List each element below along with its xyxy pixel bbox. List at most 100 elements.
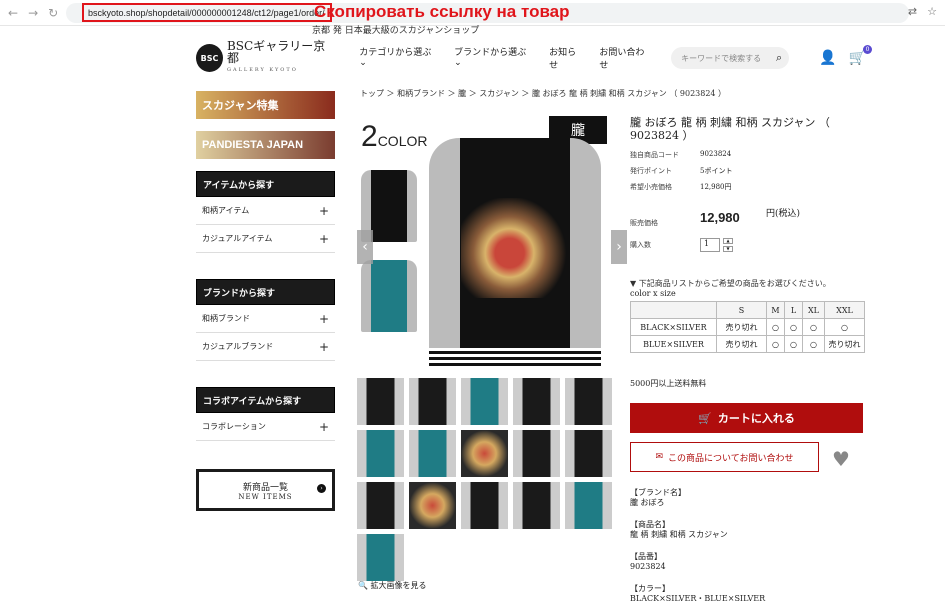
- arrow-right-icon: ›: [317, 484, 326, 493]
- stock-cell: 売り切れ: [716, 335, 767, 353]
- stock-cell[interactable]: ○: [766, 335, 785, 353]
- thumbnail[interactable]: [565, 378, 612, 425]
- stock-cell[interactable]: ○: [766, 318, 785, 336]
- quantity-stepper[interactable]: ▲ ▼: [723, 238, 733, 252]
- sidebar-item-wagara-brand[interactable]: 和柄ブランド +: [196, 305, 335, 333]
- retail-row: 希望小売価格 12,980円: [630, 183, 732, 191]
- stock-cell[interactable]: ○: [784, 318, 803, 336]
- menu-news[interactable]: お知らせ: [549, 45, 583, 71]
- prev-image-button[interactable]: ‹: [357, 230, 373, 264]
- product-info: 朧 おぼろ 龍 柄 刺繍 和柄 スカジャン （ 9023824 ） 独自商品コー…: [630, 116, 864, 252]
- thumbnail[interactable]: [513, 430, 560, 477]
- thumbnail[interactable]: [357, 378, 404, 425]
- blue-jacket-thumb: [361, 260, 417, 332]
- add-to-cart-button[interactable]: 🛒 カートに入れる: [630, 403, 863, 433]
- two-color-label: 2COLOR: [361, 120, 428, 153]
- breadcrumb[interactable]: トップ ＞ 和柄ブランド ＞ 朧 ＞ スカジャン ＞ 朧 おぼろ 龍 柄 刺繍 …: [360, 88, 726, 99]
- user-icon[interactable]: 👤: [819, 50, 836, 66]
- thumbnail[interactable]: [461, 430, 508, 477]
- stepper-up-icon[interactable]: ▲: [723, 238, 733, 244]
- thumbnail[interactable]: [461, 482, 508, 529]
- annotation-label: Скопировать ссылку на товар: [314, 2, 570, 21]
- points-row: 発行ポイント 5ポイント: [630, 167, 733, 175]
- detail-value: BLACK×SILVER・BLUE×SILVER: [630, 594, 766, 603]
- forward-icon[interactable]: →: [28, 6, 38, 20]
- logo-sub: GALLERY KYOTO: [226, 67, 298, 73]
- plus-icon: +: [318, 231, 329, 246]
- detail-label: 【品番】: [630, 552, 662, 561]
- size-header: XXL: [824, 301, 865, 319]
- reload-icon[interactable]: ↻: [48, 6, 58, 20]
- translate-icon[interactable]: ⇄: [908, 5, 917, 18]
- thumbnail[interactable]: [565, 482, 612, 529]
- header-icons: 👤 🛒 0: [819, 45, 873, 66]
- menu-brand[interactable]: ブランドから選ぶ ⌄: [454, 45, 533, 71]
- favorite-heart-icon[interactable]: ♥: [832, 447, 850, 471]
- thumbnail[interactable]: [461, 378, 508, 425]
- sidebar-item-collab[interactable]: コラボレーション +: [196, 413, 335, 441]
- stock-cell[interactable]: ○: [802, 318, 825, 336]
- cart-icon: 🛒: [698, 411, 712, 425]
- jacket-image: [429, 138, 601, 366]
- site-header: BSC BSCギャラリー京都 GALLERY KYOTO カテゴリから選ぶ ⌄ ブ…: [196, 40, 873, 76]
- main-menu: カテゴリから選ぶ ⌄ ブランドから選ぶ ⌄ お知らせ お問い合わせ: [359, 45, 651, 71]
- jacket-rib: [429, 348, 601, 366]
- quantity-input[interactable]: 1: [700, 238, 720, 252]
- thumbnail[interactable]: [513, 378, 560, 425]
- menu-category[interactable]: カテゴリから選ぶ ⌄: [359, 45, 438, 71]
- stock-cell[interactable]: ○: [784, 335, 803, 353]
- size-header: XL: [802, 301, 825, 319]
- sidebar-item-casual[interactable]: カジュアルアイテム +: [196, 225, 335, 253]
- menu-contact[interactable]: お問い合わせ: [599, 45, 651, 71]
- pandiesta-banner[interactable]: PANDIESTA JAPAN: [196, 131, 335, 159]
- search-placeholder: キーワードで検索する: [681, 53, 762, 63]
- stock-table: S M L XL XXL BLACK×SILVER 売り切れ ○ ○ ○ ○ B…: [630, 301, 865, 353]
- color-cell: BLUE×SILVER: [630, 335, 717, 353]
- logo-mark: BSC: [196, 44, 223, 72]
- back-icon[interactable]: ←: [8, 6, 18, 20]
- sidebar-item-casual-brand[interactable]: カジュアルブランド +: [196, 333, 335, 361]
- stock-cell: 売り切れ: [824, 335, 865, 353]
- stepper-down-icon[interactable]: ▼: [723, 246, 733, 252]
- item-section-title: アイテムから探す: [196, 171, 335, 197]
- dragon-embroidery: [461, 198, 569, 298]
- sidebar-item-wagara[interactable]: 和柄アイテム +: [196, 197, 335, 225]
- thumbnail[interactable]: [357, 534, 404, 581]
- next-image-button[interactable]: ›: [611, 230, 627, 264]
- size-header: S: [716, 301, 767, 319]
- color-size-label: color x size: [630, 289, 676, 298]
- product-main-image[interactable]: 2COLOR 朧 ‹ ›: [357, 110, 627, 366]
- stock-cell: 売り切れ: [716, 318, 767, 336]
- thumbnail[interactable]: [357, 482, 404, 529]
- table-row: BLUE×SILVER 売り切れ ○ ○ ○ 売り切れ: [630, 335, 865, 353]
- search-icon[interactable]: ⌕: [776, 51, 782, 65]
- thumbnail[interactable]: [565, 430, 612, 477]
- thumbnail[interactable]: [513, 482, 560, 529]
- price-row: 販売価格 12,980 円(税込): [630, 209, 801, 227]
- quantity-row: 購入数 1 ▲ ▼: [630, 238, 864, 252]
- stock-cell[interactable]: ○: [802, 335, 825, 353]
- site-tagline: 京都 発 日本最大級のスカジャンショップ: [312, 26, 480, 36]
- search-input[interactable]: キーワードで検索する ⌕: [671, 47, 790, 69]
- stock-cell[interactable]: ○: [824, 318, 865, 336]
- zoom-icon: 🔍: [358, 581, 368, 590]
- site-logo[interactable]: BSC BSCギャラリー京都 GALLERY KYOTO: [196, 40, 333, 76]
- thumbnail-grid: [357, 378, 617, 581]
- color-cell: BLACK×SILVER: [630, 318, 717, 336]
- url-text[interactable]: bsckyoto.shop/shopdetail/000000001248/ct…: [82, 3, 332, 22]
- zoom-link[interactable]: 🔍 拡大画像を見る: [358, 580, 427, 591]
- product-code-row: 独自商品コード 9023824: [630, 150, 732, 159]
- thumbnail[interactable]: [357, 430, 404, 477]
- thumbnail[interactable]: [409, 430, 456, 477]
- logo-name: BSCギャラリー京都: [226, 39, 326, 65]
- bookmark-star-icon[interactable]: ☆: [927, 5, 937, 18]
- thumbnail[interactable]: [409, 378, 456, 425]
- thumbnail[interactable]: [409, 482, 456, 529]
- inquiry-button[interactable]: ✉ この商品についてお問い合わせ: [630, 442, 819, 472]
- product-details: 【ブランド名】朧 おぼろ 【商品名】龍 柄 刺繍 和柄 スカジャン 【品番】 90…: [630, 488, 765, 616]
- sukajan-banner[interactable]: スカジャン特集: [196, 91, 335, 119]
- detail-value: 朧 おぼろ: [630, 498, 665, 507]
- cart-icon[interactable]: 🛒 0: [849, 45, 873, 66]
- detail-value: 龍 柄 刺繍 和柄 スカジャン: [630, 530, 728, 539]
- new-items-button[interactable]: 新商品一覧 NEW ITEMS ›: [196, 469, 335, 511]
